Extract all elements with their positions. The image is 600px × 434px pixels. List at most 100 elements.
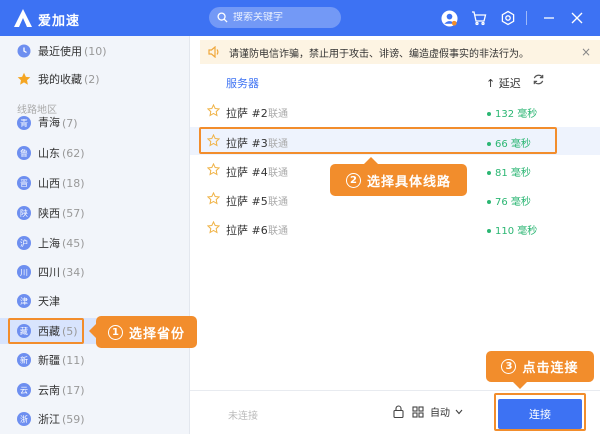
cart-icon[interactable] (470, 9, 488, 27)
chevron-down-icon (455, 409, 463, 414)
province-icon: 云 (17, 383, 31, 397)
latency-dot-icon (487, 112, 491, 116)
connection-status: 未连接 (228, 411, 258, 422)
province-icon: 沪 (17, 236, 31, 250)
province-icon: 新 (17, 353, 31, 367)
province-icon: 川 (17, 265, 31, 279)
sidebar-item-shaanxi[interactable]: 陕 陕西 (57) (0, 200, 189, 226)
sidebar-item-label: 山东 (38, 147, 60, 160)
callout-text: 选择具体线路 (366, 174, 451, 190)
sidebar-item-count: (17) (62, 383, 85, 397)
server-isp: 联通 (268, 226, 288, 237)
sidebar-item-count: (34) (62, 265, 85, 279)
mode-label: 自动 (430, 408, 450, 419)
search-icon (217, 12, 228, 23)
search-box[interactable] (209, 7, 341, 28)
notice-close-icon[interactable]: × (581, 45, 591, 59)
speaker-icon (208, 46, 219, 58)
province-icon: 晋 (17, 176, 31, 190)
mode-grid-icon (412, 405, 424, 418)
notice-text: 请谨防电信诈骗，禁止用于攻击、诽谤、编造虚假事实的非法行为。 (229, 48, 529, 60)
sidebar-item-recent[interactable]: 最近使用 (10) (0, 38, 189, 64)
sidebar-item-label: 上海 (38, 237, 60, 250)
close-window-icon[interactable] (568, 9, 586, 27)
callout-arrow (89, 324, 96, 338)
step-number: 3 (501, 359, 517, 374)
server-isp: 联通 (268, 168, 288, 179)
star-outline-icon[interactable] (207, 163, 220, 176)
latency-dot-icon (487, 200, 491, 204)
sidebar-item-shanghai[interactable]: 沪 上海 (45) (0, 230, 189, 256)
sidebar-item-label: 浙江 (38, 413, 60, 426)
step-number: 1 (107, 324, 123, 340)
sidebar-item-count: (45) (62, 236, 85, 250)
column-header-latency[interactable]: ↑ 延迟 (486, 75, 521, 91)
province-icon: 津 (17, 294, 31, 308)
server-isp: 联通 (268, 109, 288, 120)
server-name: 拉萨 #2 (226, 107, 268, 120)
sidebar: 最近使用 (10) 我的收藏 (2) 线路地区 青 青海 (7) 鲁 山东 (6… (0, 36, 190, 434)
server-latency: 76 毫秒 (487, 193, 531, 208)
server-latency: 110 毫秒 (487, 222, 537, 237)
notice-banner: 请谨防电信诈骗，禁止用于攻击、诽谤、编造虚假事实的非法行为。 × (200, 40, 600, 64)
star-outline-icon[interactable] (207, 221, 220, 234)
server-name: 拉萨 #6 (226, 224, 268, 237)
minimize-icon[interactable] (540, 9, 558, 27)
sidebar-item-label: 四川 (38, 266, 60, 279)
sidebar-item-count: (62) (62, 146, 85, 160)
callout-arrow (364, 157, 378, 164)
province-icon: 陕 (17, 206, 31, 220)
titlebar-divider (526, 11, 527, 25)
province-icon: 鲁 (17, 146, 31, 160)
sidebar-item-count: (57) (62, 206, 85, 220)
callout-step1: 1 选择省份 (96, 316, 197, 348)
star-outline-icon[interactable] (207, 104, 220, 117)
sidebar-item-label: 云南 (38, 384, 60, 397)
search-input[interactable] (233, 12, 333, 23)
latency-dot-icon (487, 171, 491, 175)
server-list-header: 服务器 ↑ 延迟 (190, 68, 600, 94)
server-name: 拉萨 #4 (226, 166, 268, 179)
sidebar-item-count: (7) (62, 117, 78, 130)
sidebar-item-shanxi[interactable]: 晋 山西 (18) (0, 170, 189, 196)
sidebar-item-zhejiang[interactable]: 浙 浙江 (59) (0, 406, 189, 432)
sidebar-item-xinjiang[interactable]: 新 新疆 (11) (0, 347, 189, 373)
callout-arrow (513, 382, 527, 389)
callout-text: 选择省份 (128, 326, 185, 342)
app-title: 爱加速 (38, 14, 81, 29)
server-name: 拉萨 #5 (226, 195, 268, 208)
step-number: 2 (345, 172, 361, 188)
highlight-box-connect (494, 393, 586, 431)
column-header-server[interactable]: 服务器 (226, 75, 259, 91)
province-icon: 浙 (17, 412, 31, 426)
server-latency: 132 毫秒 (487, 105, 537, 120)
sidebar-item-favorites[interactable]: 我的收藏 (2) (0, 66, 189, 92)
sidebar-item-label: 我的收藏 (38, 73, 82, 86)
sidebar-item-qinghai[interactable]: 青 青海 (7) (0, 114, 189, 132)
highlight-box-server (199, 127, 557, 154)
latency-value: 81 毫秒 (495, 168, 531, 179)
sidebar-item-label: 青海 (38, 116, 60, 129)
sidebar-item-label: 新疆 (38, 354, 60, 367)
sidebar-item-tianjin[interactable]: 津 天津 (0, 288, 189, 314)
mode-selector[interactable]: 自动 (393, 404, 463, 419)
server-row[interactable]: 拉萨 #2 联通 132 毫秒 (190, 97, 600, 125)
server-row[interactable]: 拉萨 #6 联通 110 毫秒 (190, 214, 600, 242)
callout-text: 点击连接 (522, 361, 579, 376)
star-outline-icon[interactable] (207, 192, 220, 205)
latency-value: 110 毫秒 (495, 226, 538, 237)
sidebar-item-label: 天津 (38, 295, 60, 308)
settings-gear-icon[interactable] (499, 9, 517, 27)
sidebar-item-yunnan[interactable]: 云 云南 (17) (0, 377, 189, 403)
sidebar-item-shandong[interactable]: 鲁 山东 (62) (0, 140, 189, 166)
latency-dot-icon (487, 229, 491, 233)
province-icon: 青 (17, 116, 31, 130)
refresh-icon[interactable] (532, 73, 545, 86)
latency-value: 76 毫秒 (495, 197, 531, 208)
callout-step3: 3 点击连接 (486, 351, 594, 382)
user-avatar-icon[interactable] (440, 9, 458, 27)
lock-icon (393, 405, 404, 418)
sidebar-item-sichuan[interactable]: 川 四川 (34) (0, 259, 189, 285)
callout-step2: 2 选择具体线路 (330, 164, 467, 196)
sidebar-item-label: 山西 (38, 177, 60, 190)
